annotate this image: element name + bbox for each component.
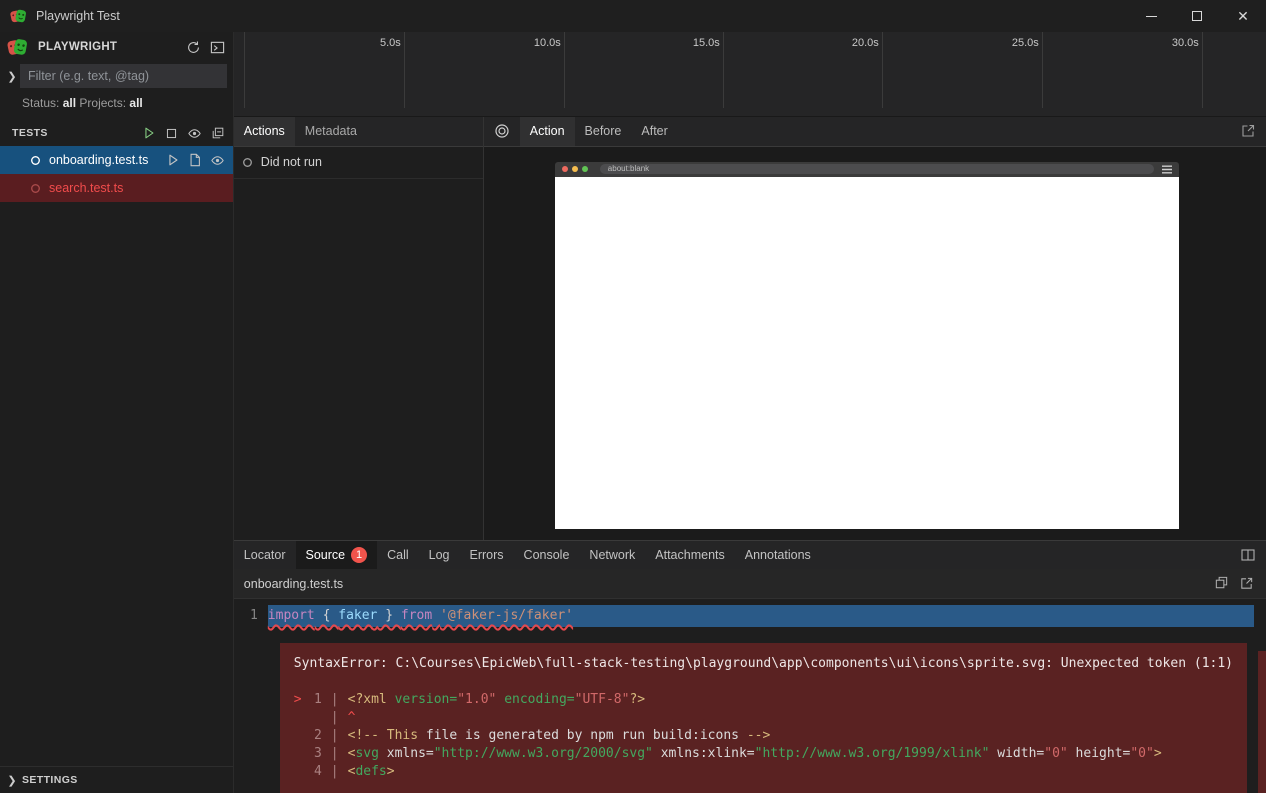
split-view-icon[interactable]	[1240, 547, 1256, 563]
frame-line: 2 | <!-- This file is generated by npm r…	[294, 727, 1233, 745]
browser-page-content	[555, 177, 1179, 529]
tab-source[interactable]: Source 1	[296, 541, 378, 569]
minimize-button[interactable]	[1128, 0, 1174, 32]
pick-locator-icon[interactable]	[484, 117, 520, 146]
filter-status-line[interactable]: Status: all Projects: all	[0, 90, 233, 116]
playwright-logo-icon	[6, 37, 28, 57]
maximize-button[interactable]	[1174, 0, 1220, 32]
reload-tests-icon[interactable]	[186, 40, 201, 55]
test-item-search[interactable]: search.test.ts	[0, 174, 233, 202]
timeline-gridline	[244, 32, 245, 108]
timeline-gridline: 20.0s	[882, 32, 883, 108]
frame-caret-line: | ^	[294, 709, 1233, 727]
tab-annotations[interactable]: Annotations	[735, 541, 821, 569]
frame-line: 4 | <defs>	[294, 763, 1233, 781]
snapshot-panel: Action Before After about:blank	[484, 117, 1266, 540]
open-snapshot-external-icon[interactable]	[1240, 123, 1256, 139]
tab-locator[interactable]: Locator	[234, 541, 296, 569]
frame-line: 3 | <svg xmlns="http://www.w3.org/2000/s…	[294, 745, 1233, 763]
tab-after[interactable]: After	[631, 117, 677, 146]
tab-console[interactable]: Console	[514, 541, 580, 569]
timeline[interactable]: 5.0s 10.0s 15.0s 20.0s 25.0s 30.0s	[234, 32, 1266, 117]
settings-chevron-icon: ❯	[4, 774, 20, 787]
action-status-icon	[242, 157, 253, 168]
error-code-frame: > 1 | <?xml version="1.0" encoding="UTF-…	[294, 691, 1233, 781]
tab-action[interactable]: Action	[520, 117, 575, 146]
watch-all-icon[interactable]	[187, 126, 202, 141]
tab-call[interactable]: Call	[377, 541, 419, 569]
timeline-gridline: 5.0s	[404, 32, 405, 108]
playwright-logo-icon	[10, 8, 26, 24]
scrollbar-error-strip[interactable]	[1258, 651, 1266, 793]
open-source-external-icon[interactable]	[1239, 576, 1254, 591]
snapshot-viewport: about:blank	[484, 147, 1266, 540]
filter-input[interactable]	[20, 64, 227, 88]
frame-line: > 1 | <?xml version="1.0" encoding="UTF-…	[294, 691, 1233, 709]
sidebar-title: PLAYWRIGHT	[38, 41, 117, 53]
line-number: 1	[234, 605, 268, 627]
terminal-output-icon[interactable]	[210, 40, 225, 55]
window-title: Playwright Test	[36, 9, 120, 23]
show-source-icon[interactable]	[188, 153, 202, 168]
browser-snapshot: about:blank	[555, 162, 1179, 529]
tab-metadata[interactable]: Metadata	[295, 117, 367, 146]
syntax-error-block: SyntaxError: C:\Courses\EpicWeb\full-sta…	[280, 643, 1247, 793]
settings-section-header[interactable]: ❯ SETTINGS	[0, 766, 233, 793]
tab-network[interactable]: Network	[579, 541, 645, 569]
run-all-icon[interactable]	[142, 126, 156, 140]
test-file-name: search.test.ts	[49, 181, 123, 195]
source-file-name: onboarding.test.ts	[244, 577, 343, 591]
highlighted-code-line: import { faker } from '@faker-js/faker'	[268, 605, 1254, 627]
browser-maximize-dot-icon	[582, 166, 588, 172]
test-item-onboarding[interactable]: onboarding.test.ts	[0, 146, 233, 174]
test-status-icon	[30, 183, 41, 194]
source-code-line[interactable]: 1 import { faker } from '@faker-js/faker…	[234, 605, 1266, 627]
tab-actions[interactable]: Actions	[234, 117, 295, 146]
copy-source-icon[interactable]	[1214, 576, 1229, 591]
browser-chrome: about:blank	[555, 162, 1179, 177]
close-button[interactable]: ✕	[1220, 0, 1266, 32]
filter-chevron-icon[interactable]: ❯	[4, 70, 20, 83]
tab-log[interactable]: Log	[419, 541, 460, 569]
run-test-icon[interactable]	[166, 153, 180, 168]
tab-errors[interactable]: Errors	[460, 541, 514, 569]
timeline-gridline: 30.0s	[1202, 32, 1203, 108]
sidebar: PLAYWRIGHT ❯ Status: all Projects: all	[0, 32, 234, 793]
watch-test-icon[interactable]	[210, 153, 225, 168]
action-list-item[interactable]: Did not run	[234, 147, 483, 179]
details-panel: Locator Source 1 Call Log Errors Console…	[234, 540, 1266, 793]
timeline-gridline: 25.0s	[1042, 32, 1043, 108]
source-file-bar: onboarding.test.ts	[234, 569, 1266, 599]
source-viewer[interactable]: 1 import { faker } from '@faker-js/faker…	[234, 599, 1266, 793]
tab-before[interactable]: Before	[575, 117, 632, 146]
browser-close-dot-icon	[562, 166, 568, 172]
tests-section-header: TESTS	[0, 120, 233, 146]
browser-minimize-dot-icon	[572, 166, 578, 172]
test-status-icon	[30, 155, 41, 166]
browser-address-bar: about:blank	[600, 164, 1154, 174]
title-bar: Playwright Test ✕	[0, 0, 1266, 32]
timeline-gridline: 10.0s	[564, 32, 565, 108]
collapse-all-icon[interactable]	[211, 126, 225, 140]
error-message: SyntaxError: C:\Courses\EpicWeb\full-sta…	[294, 655, 1233, 673]
stop-icon[interactable]	[165, 127, 178, 140]
actions-panel: Actions Metadata Did not run	[234, 117, 484, 540]
source-error-badge: 1	[351, 547, 367, 563]
action-empty-message: Did not run	[261, 155, 322, 169]
timeline-gridline: 15.0s	[723, 32, 724, 108]
browser-menu-icon	[1162, 165, 1172, 174]
tab-attachments[interactable]: Attachments	[645, 541, 734, 569]
test-file-name: onboarding.test.ts	[49, 153, 148, 167]
